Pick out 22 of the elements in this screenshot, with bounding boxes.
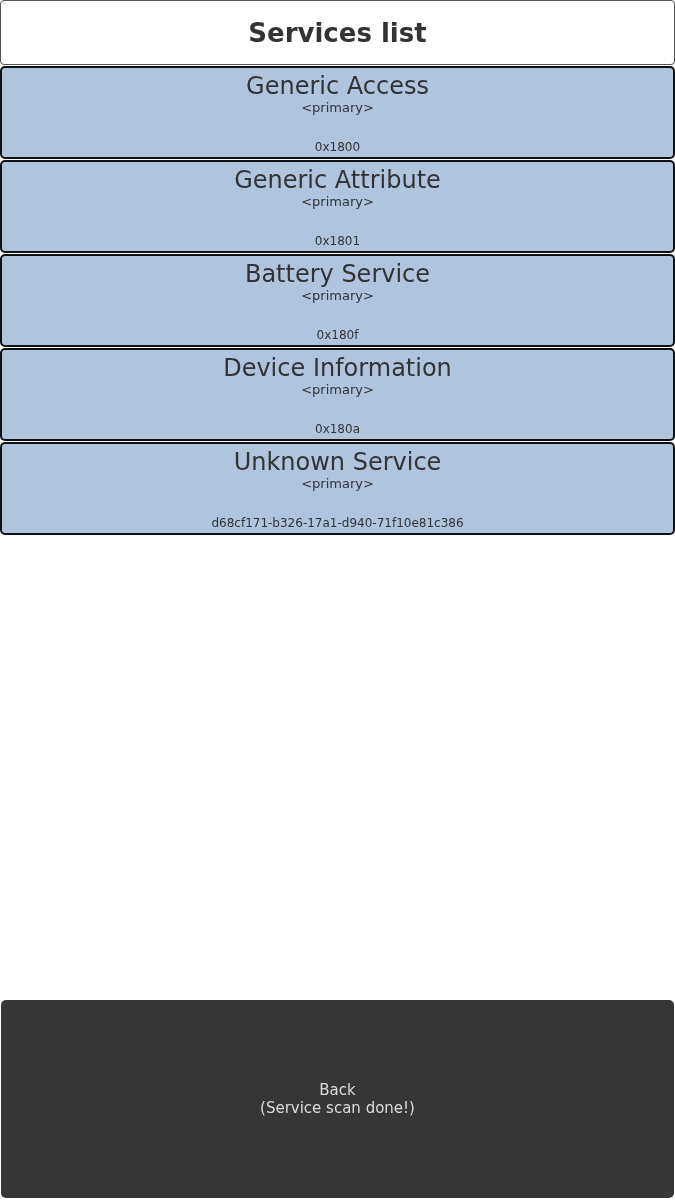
service-uuid: 0x180a bbox=[315, 422, 360, 436]
service-uuid: 0x1801 bbox=[314, 234, 361, 248]
service-name: Generic Access bbox=[246, 72, 429, 100]
back-button[interactable]: Back (Service scan done!) bbox=[1, 1000, 674, 1198]
service-item[interactable]: Battery Service <primary> 0x180f bbox=[0, 254, 675, 347]
service-uuid: 0x180f bbox=[316, 328, 359, 342]
service-item[interactable]: Device Information <primary> 0x180a bbox=[0, 348, 675, 441]
service-type: <primary> bbox=[301, 382, 374, 397]
service-uuid: d68cf171-b326-17a1-d940-71f10e81c386 bbox=[211, 516, 464, 530]
service-name: Device Information bbox=[223, 354, 452, 382]
service-type: <primary> bbox=[301, 476, 374, 491]
service-item[interactable]: Unknown Service <primary> d68cf171-b326-17a1-d940-71f10e81c386 bbox=[0, 442, 675, 535]
page-title: Services list bbox=[248, 19, 427, 46]
service-type: <primary> bbox=[301, 288, 374, 303]
service-name: Unknown Service bbox=[233, 448, 442, 476]
service-item[interactable]: Generic Access <primary> 0x1800 bbox=[0, 66, 675, 159]
service-item[interactable]: Generic Attribute <primary> 0x1801 bbox=[0, 160, 675, 253]
service-name: Generic Attribute bbox=[234, 166, 441, 194]
service-uuid: 0x1800 bbox=[314, 140, 361, 154]
service-type: <primary> bbox=[301, 100, 374, 115]
service-type: <primary> bbox=[301, 194, 374, 209]
service-name: Battery Service bbox=[244, 260, 431, 288]
